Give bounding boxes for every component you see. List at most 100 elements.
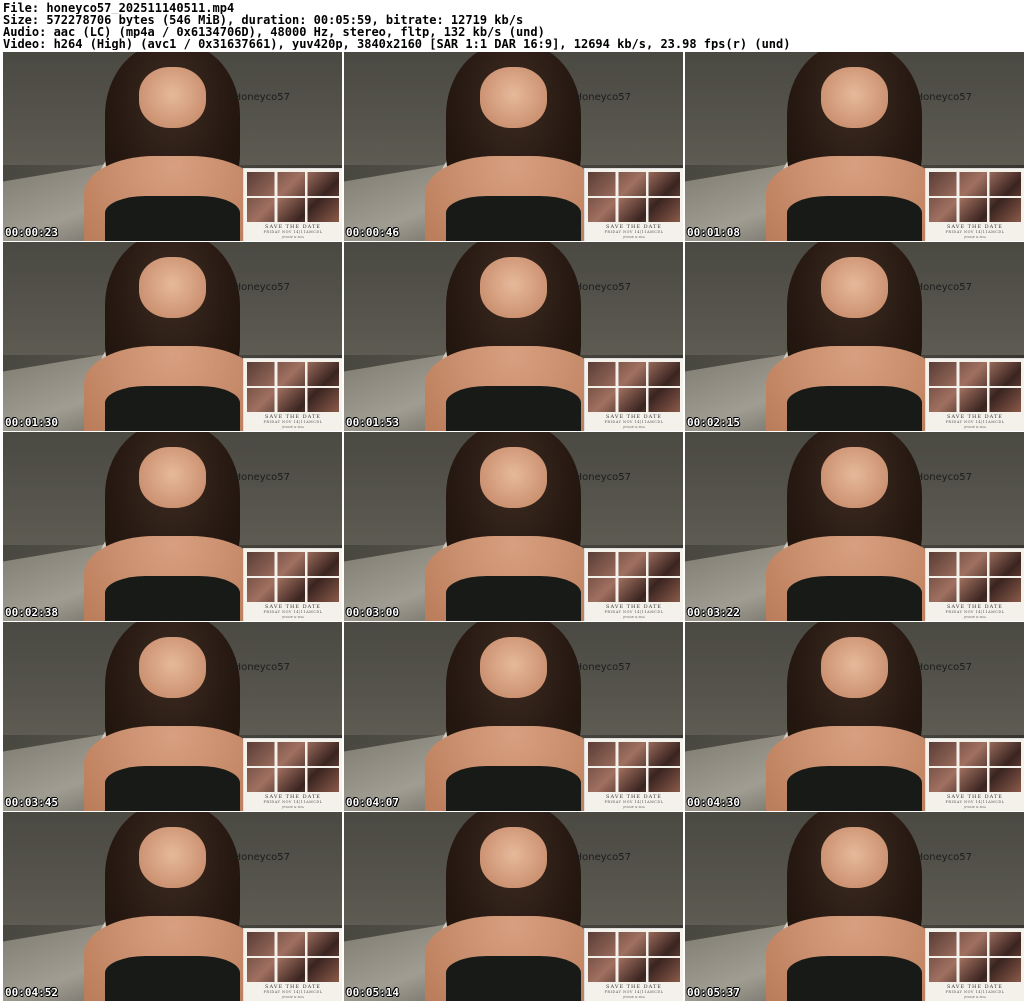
card-subtitle: FRIDAY NOV 14|11AMCDL — [263, 420, 323, 424]
timestamp-label: 00:04:52 — [5, 986, 58, 999]
save-the-date-card: SAVE THE DATE FRIDAY NOV 14|11AMCDL JESS… — [925, 738, 1024, 811]
timestamp-label: 00:03:45 — [5, 796, 58, 809]
person-top — [786, 385, 923, 431]
card-subtitle: FRIDAY NOV 14|11AMCDL — [945, 230, 1005, 234]
card-names: JESSIE & MIA — [282, 235, 304, 239]
card-subtitle: FRIDAY NOV 14|11AMCDL — [604, 990, 664, 994]
card-names: JESSIE & MIA — [964, 615, 986, 619]
thumbnail-grid: Honeyco57 SAVE THE DATE FRIDAY NOV 14|11… — [3, 52, 1024, 1001]
timestamp-label: 00:03:22 — [687, 606, 740, 619]
watermark-label: Honeyco57 — [233, 852, 290, 863]
card-photo-collage — [588, 932, 680, 982]
card-photo-collage — [929, 932, 1021, 982]
file-size-line: Size: 572278706 bytes (546 MiB), duratio… — [3, 14, 524, 26]
card-photo-collage — [588, 362, 680, 412]
card-names: JESSIE & MIA — [282, 425, 304, 429]
save-the-date-card: SAVE THE DATE FRIDAY NOV 14|11AMCDL JESS… — [584, 168, 683, 241]
person-top — [445, 385, 582, 431]
card-names: JESSIE & MIA — [282, 805, 304, 809]
person-top — [104, 385, 241, 431]
video-thumbnail: Honeyco57 SAVE THE DATE FRIDAY NOV 14|11… — [685, 432, 1024, 621]
timestamp-label: 00:01:30 — [5, 416, 58, 429]
save-the-date-card: SAVE THE DATE FRIDAY NOV 14|11AMCDL JESS… — [584, 358, 683, 431]
watermark-label: Honeyco57 — [233, 662, 290, 673]
watermark-label: Honeyco57 — [574, 852, 631, 863]
file-name-line: File: honeyco57_202511140511.mp4 — [3, 2, 235, 14]
card-photo-collage — [247, 172, 339, 222]
video-thumbnail: Honeyco57 SAVE THE DATE FRIDAY NOV 14|11… — [3, 242, 342, 431]
save-the-date-card: SAVE THE DATE FRIDAY NOV 14|11AMCDL JESS… — [925, 168, 1024, 241]
card-photo-collage — [929, 362, 1021, 412]
person-face — [820, 67, 889, 128]
video-info-line: Video: h264 (High) (avc1 / 0x31637661), … — [3, 38, 791, 50]
person-face — [479, 257, 548, 318]
card-names: JESSIE & MIA — [623, 615, 645, 619]
save-the-date-card: SAVE THE DATE FRIDAY NOV 14|11AMCDL JESS… — [243, 358, 342, 431]
person-face — [138, 637, 207, 698]
person-face — [479, 447, 548, 508]
video-thumbnail: Honeyco57 SAVE THE DATE FRIDAY NOV 14|11… — [685, 52, 1024, 241]
person-face — [138, 827, 207, 888]
card-subtitle: FRIDAY NOV 14|11AMCDL — [604, 800, 664, 804]
person-face — [479, 637, 548, 698]
timestamp-label: 00:01:53 — [346, 416, 399, 429]
save-the-date-card: SAVE THE DATE FRIDAY NOV 14|11AMCDL JESS… — [584, 548, 683, 621]
card-names: JESSIE & MIA — [623, 235, 645, 239]
card-subtitle: FRIDAY NOV 14|11AMCDL — [263, 610, 323, 614]
video-thumbnail: Honeyco57 SAVE THE DATE FRIDAY NOV 14|11… — [344, 242, 683, 431]
timestamp-label: 00:02:38 — [5, 606, 58, 619]
card-photo-collage — [247, 552, 339, 602]
save-the-date-card: SAVE THE DATE FRIDAY NOV 14|11AMCDL JESS… — [925, 358, 1024, 431]
card-subtitle: FRIDAY NOV 14|11AMCDL — [263, 800, 323, 804]
card-subtitle: FRIDAY NOV 14|11AMCDL — [604, 610, 664, 614]
save-the-date-card: SAVE THE DATE FRIDAY NOV 14|11AMCDL JESS… — [925, 548, 1024, 621]
card-subtitle: FRIDAY NOV 14|11AMCDL — [945, 610, 1005, 614]
video-thumbnail: Honeyco57 SAVE THE DATE FRIDAY NOV 14|11… — [3, 52, 342, 241]
person-top — [104, 955, 241, 1001]
card-names: JESSIE & MIA — [623, 805, 645, 809]
person-face — [820, 257, 889, 318]
video-thumbnail: Honeyco57 SAVE THE DATE FRIDAY NOV 14|11… — [3, 622, 342, 811]
video-thumbnail: Honeyco57 SAVE THE DATE FRIDAY NOV 14|11… — [3, 432, 342, 621]
person-top — [445, 765, 582, 811]
watermark-label: Honeyco57 — [574, 92, 631, 103]
person-face — [138, 447, 207, 508]
card-photo-collage — [929, 742, 1021, 792]
person-face — [820, 827, 889, 888]
person-face — [820, 447, 889, 508]
card-subtitle: FRIDAY NOV 14|11AMCDL — [263, 230, 323, 234]
card-photo-collage — [929, 552, 1021, 602]
person-face — [138, 257, 207, 318]
card-names: JESSIE & MIA — [964, 425, 986, 429]
video-thumbnail: Honeyco57 SAVE THE DATE FRIDAY NOV 14|11… — [344, 812, 683, 1001]
card-photo-collage — [247, 932, 339, 982]
video-thumbnail: Honeyco57 SAVE THE DATE FRIDAY NOV 14|11… — [685, 242, 1024, 431]
watermark-label: Honeyco57 — [915, 662, 972, 673]
person-top — [445, 575, 582, 621]
card-names: JESSIE & MIA — [964, 995, 986, 999]
card-subtitle: FRIDAY NOV 14|11AMCDL — [945, 990, 1005, 994]
person-top — [786, 575, 923, 621]
person-face — [820, 637, 889, 698]
timestamp-label: 00:05:14 — [346, 986, 399, 999]
save-the-date-card: SAVE THE DATE FRIDAY NOV 14|11AMCDL JESS… — [584, 738, 683, 811]
card-photo-collage — [247, 362, 339, 412]
card-subtitle: FRIDAY NOV 14|11AMCDL — [263, 990, 323, 994]
timestamp-label: 00:05:37 — [687, 986, 740, 999]
card-subtitle: FRIDAY NOV 14|11AMCDL — [604, 420, 664, 424]
save-the-date-card: SAVE THE DATE FRIDAY NOV 14|11AMCDL JESS… — [243, 168, 342, 241]
video-thumbnail: Honeyco57 SAVE THE DATE FRIDAY NOV 14|11… — [685, 812, 1024, 1001]
watermark-label: Honeyco57 — [915, 852, 972, 863]
person-top — [786, 765, 923, 811]
card-names: JESSIE & MIA — [623, 995, 645, 999]
video-thumbnail: Honeyco57 SAVE THE DATE FRIDAY NOV 14|11… — [685, 622, 1024, 811]
watermark-label: Honeyco57 — [574, 472, 631, 483]
file-info-header: File: honeyco57_202511140511.mp4 Size: 5… — [3, 2, 1021, 50]
watermark-label: Honeyco57 — [915, 472, 972, 483]
person-top — [104, 195, 241, 241]
watermark-label: Honeyco57 — [915, 92, 972, 103]
audio-info-line: Audio: aac (LC) (mp4a / 0x6134706D), 480… — [3, 26, 545, 38]
video-thumbnail: Honeyco57 SAVE THE DATE FRIDAY NOV 14|11… — [344, 52, 683, 241]
video-thumbnail: Honeyco57 SAVE THE DATE FRIDAY NOV 14|11… — [344, 622, 683, 811]
watermark-label: Honeyco57 — [574, 662, 631, 673]
